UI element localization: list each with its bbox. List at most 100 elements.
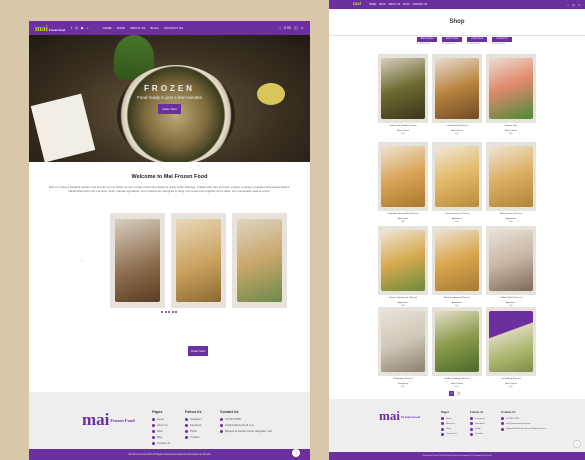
user-icon[interactable]: ☺ — [300, 26, 304, 30]
carousel-dot[interactable] — [164, 311, 167, 314]
footer-link[interactable]: Home — [152, 418, 170, 421]
facebook-link[interactable]: Facebook — [185, 424, 202, 427]
carousel-dot[interactable] — [168, 311, 170, 314]
logo[interactable]: mai — [353, 2, 361, 7]
facebook-link[interactable]: Facebook — [470, 422, 485, 426]
carousel-card[interactable] — [110, 213, 165, 309]
carousel-prev-icon[interactable]: ‹ — [81, 258, 82, 263]
instagram-link[interactable]: Instagram — [470, 417, 485, 420]
footer-link[interactable]: Home — [441, 417, 457, 420]
hero-title: FROZEN — [144, 84, 195, 93]
footer-link[interactable]: Shop — [441, 427, 457, 431]
phone-link[interactable]: 07700170765 — [501, 417, 561, 420]
category-filters: MAIN DISHES 8 PRODUCTS APPETIZERS 8 PRODUC… — [417, 37, 512, 45]
filter-desserts[interactable]: DESSERTS 3 PRODUCTS — [492, 37, 512, 45]
menu-item-home[interactable]: HOME — [369, 4, 376, 6]
logo[interactable]: maiFrozen Food — [35, 24, 65, 33]
menu-item-blog[interactable]: BLOG — [150, 26, 158, 30]
tiktok-icon[interactable]: ♪ — [87, 26, 89, 30]
shop-page: mai HOME SHOP ABOUT US BLOG CONTACT US ⌕… — [329, 0, 585, 460]
top-nav: maiFrozen Food f ◎ ▶ ♪ HOME SHOP ABOUT U… — [29, 21, 310, 35]
product-card[interactable]: Salmon Fillet Main Dishes IQD — [486, 54, 536, 135]
scroll-top-icon[interactable]: ↑ — [292, 449, 300, 457]
carousel-card[interactable] — [171, 213, 226, 309]
hero-order-button[interactable]: Order Now — [158, 104, 181, 114]
user-icon[interactable]: ☺ — [578, 3, 581, 7]
footer-contact: Contact Us 07700170765 info@maifrozenfoo… — [220, 410, 280, 436]
youtube-link[interactable]: Youtube — [185, 436, 202, 439]
footer-logo[interactable]: maiFrozen Food — [379, 408, 420, 424]
tiktok-link[interactable]: Tiktok — [185, 430, 202, 433]
address-text: Mageeb Al Zahawi Street, Baghdad, Iraq — [501, 427, 561, 431]
carousel-card[interactable] — [232, 213, 287, 309]
footer-pages: Pages Home About Us Shop Blog Contact Us — [152, 410, 170, 448]
footer-logo[interactable]: maiFrozen Food — [82, 410, 135, 430]
tiktok-link[interactable]: Tiktok — [470, 427, 485, 431]
product-card[interactable]: Kubba Halab (Pieces) Appetizers IQD — [486, 226, 536, 307]
product-card[interactable]: Dumplings (Pieces) Dumplings IQD — [378, 307, 428, 388]
instagram-icon[interactable]: ◎ — [75, 26, 78, 30]
carousel-next-icon[interactable]: › — [255, 258, 256, 263]
product-card[interactable]: Lamb Kebab (Pieces) Main Dishes IQD — [432, 54, 482, 135]
social-links: f ◎ ▶ ♪ — [71, 26, 89, 30]
product-carousel: ‹ › — [29, 213, 310, 318]
hero-subtitle: Food ready in just a few minutes — [137, 95, 202, 100]
footer-link[interactable]: About Us — [152, 424, 170, 427]
footer-pages-title: Pages — [441, 410, 450, 414]
menu-item-contact[interactable]: CONTACT US — [413, 4, 428, 6]
footer-contact-title: Contact Us — [220, 410, 239, 414]
carousel-dot[interactable] — [161, 311, 163, 314]
product-card[interactable]: Vegetable Spring Rolls (Pieces) Appetizer… — [378, 142, 428, 223]
copyright-bar: Mai Frozen Food 2024 All Rights Reserved… — [329, 452, 585, 460]
menu-item-shop[interactable]: SHOP — [117, 26, 126, 30]
menu-item-contact[interactable]: CONTACT US — [164, 26, 183, 30]
product-card[interactable]: Cheese Sambousek (Pieces) Appetizers IQD — [378, 226, 428, 307]
footer-link[interactable]: Contact Us — [152, 442, 170, 445]
product-card[interactable]: Meat Sambousek (Pieces) Appetizers IQD — [432, 226, 482, 307]
product-card[interactable]: Dolma with Stuffed Zucchini Main Dishes IQ… — [378, 54, 428, 135]
search-icon[interactable]: ⌕ — [567, 3, 569, 7]
email-link[interactable]: info@maifrozenfood.com — [501, 422, 561, 426]
carousel-dots — [161, 311, 177, 314]
carousel-dot[interactable] — [171, 311, 174, 314]
footer-link[interactable]: Shop — [152, 430, 170, 433]
youtube-link[interactable]: Youtube — [470, 432, 485, 436]
footer-follow: Follow Us Instagram Facebook Tiktok Yout… — [470, 410, 485, 438]
header-actions: ⌕ ◫ ☺ — [567, 3, 581, 7]
footer-follow: Follow Us Instagram Facebook Tiktok Yout… — [185, 410, 202, 442]
footer-contact-title: Contact Us — [501, 410, 516, 414]
order-now-button[interactable]: Order Now — [188, 346, 208, 356]
welcome-section: Welcome to Mai Frozen Food Born in mothe… — [29, 162, 310, 193]
footer-link[interactable]: Blog — [152, 436, 170, 439]
footer-link[interactable]: About Us — [441, 422, 457, 426]
filter-dumplings[interactable]: DUMPLINGS 4 PRODUCTS — [467, 37, 487, 45]
product-card[interactable]: Meat Samosa (Pieces) Appetizers IQD — [486, 142, 536, 223]
phone-link[interactable]: 07700170765 — [220, 418, 280, 421]
search-icon[interactable]: ⌕ — [279, 26, 281, 30]
filter-appetizers[interactable]: APPETIZERS 8 PRODUCTS — [442, 37, 462, 45]
product-card[interactable]: Stuffed Cabbage (Pieces) Main Dishes IQD — [432, 307, 482, 388]
scroll-top-icon[interactable]: ↑ — [573, 440, 581, 448]
menu-item-blog[interactable]: BLOG — [403, 4, 409, 6]
youtube-icon[interactable]: ▶ — [81, 26, 84, 30]
menu-item-shop[interactable]: SHOP — [379, 4, 386, 6]
menu-item-about[interactable]: ABOUT US — [388, 4, 400, 6]
facebook-icon[interactable]: f — [71, 26, 72, 30]
instagram-link[interactable]: Instagram — [185, 418, 202, 421]
menu-item-about[interactable]: ABOUT US — [130, 26, 145, 30]
email-link[interactable]: info@maifrozenfood.com — [220, 424, 280, 427]
footer: maiFrozen Food Pages Home About Us Shop … — [329, 396, 585, 460]
cart-icon[interactable]: ◫ — [294, 26, 297, 30]
footer-pages: Pages Home About Us Shop Contact Us — [441, 410, 457, 438]
footer: maiFrozen Food Pages Home About Us Shop … — [29, 389, 310, 460]
product-card[interactable]: Cheese Samosa (Pieces) Appetizers IQD — [432, 142, 482, 223]
cart-icon[interactable]: ◫ — [572, 3, 575, 7]
menu-item-home[interactable]: HOME — [103, 26, 112, 30]
copyright-bar: Mai Frozen Food 2024 All Rights Reserved… — [29, 449, 310, 460]
product-card[interactable]: Lentil Soup (Pieces) Main Dishes IQD — [486, 307, 536, 388]
footer-link[interactable]: Contact Us — [441, 432, 457, 436]
filter-main-dishes[interactable]: MAIN DISHES 8 PRODUCTS — [417, 37, 437, 45]
cart-total[interactable]: 0.00 — [284, 26, 291, 30]
carousel-dot[interactable] — [175, 311, 177, 314]
main-menu: HOME SHOP ABOUT US BLOG CONTACT US — [103, 26, 183, 30]
